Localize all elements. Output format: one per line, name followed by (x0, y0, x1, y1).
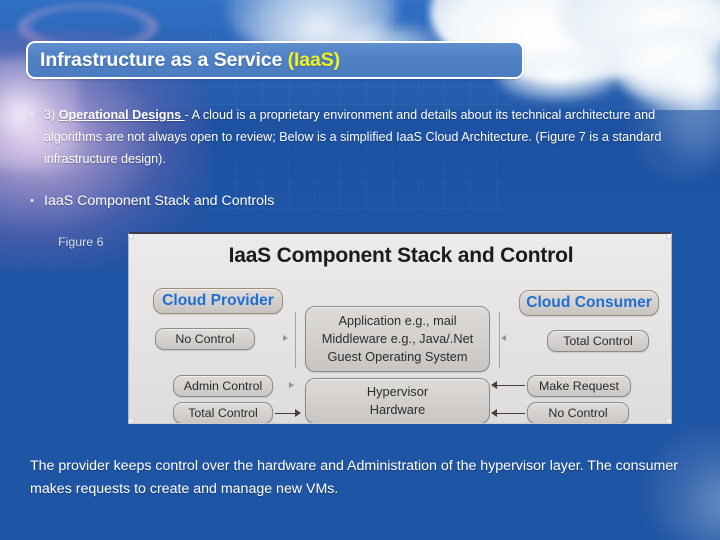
slide-canvas: Infrastructure as a Service (IaaS) • 3) … (0, 0, 720, 540)
bullet-text-2: IaaS Component Stack and Controls (44, 193, 275, 209)
consumer-make-request-pill: Make Request (527, 375, 631, 397)
stack-line-application: Application e.g., mail (338, 313, 457, 328)
bullet-lead-emphasis: Operational Designs (58, 108, 185, 122)
figure-image: IaaS Component Stack and Control Cloud P… (128, 232, 672, 424)
provider-admin-control-pill: Admin Control (173, 375, 273, 397)
stack-box-upper: Application e.g., mail Middleware e.g., … (305, 306, 490, 372)
stack-box-lower: Hypervisor Hardware (305, 378, 490, 423)
arrow-left-to-upper-stack (283, 335, 288, 341)
stack-line-middleware: Middleware e.g., Java/.Net (321, 331, 474, 346)
page-title-accent: (IaaS) (287, 48, 341, 71)
figure-caption: Figure 6 (58, 235, 104, 249)
provider-no-control-pill: No Control (155, 328, 255, 350)
arrow-head-consumer-no-control (491, 409, 497, 417)
bullet-text-1: 3) Operational Designs - A cloud is a pr… (44, 104, 706, 170)
arrow-line-consumer-no-control (495, 413, 525, 414)
bullet-lead-number: 3) (44, 108, 59, 122)
page-title-main: Infrastructure as a Service (40, 48, 288, 71)
bullet-marker: • (30, 195, 34, 207)
connector-bar-left-upper (295, 312, 296, 368)
consumer-total-control-pill: Total Control (547, 330, 649, 352)
cloud-provider-header: Cloud Provider (153, 288, 283, 314)
consumer-no-control-pill: No Control (527, 402, 629, 423)
connector-bar-right-upper (499, 312, 500, 368)
bullet-marker: • (30, 108, 34, 120)
bullet-item-2: • IaaS Component Stack and Controls (20, 191, 520, 211)
figure-title: IaaS Component Stack and Control (228, 244, 574, 267)
arrow-right-to-upper-stack (501, 335, 506, 341)
provider-total-control-pill: Total Control (173, 402, 273, 423)
arrow-line-make-request (495, 385, 525, 386)
figure-handle-bottom-right[interactable] (666, 418, 671, 423)
slide-title-bar: Infrastructure as a Service (IaaS) (26, 41, 524, 79)
figure-handle-top-right[interactable] (666, 234, 671, 239)
figure-handle-top-left[interactable] (129, 234, 134, 239)
bullet-item-1: • 3) Operational Designs - A cloud is a … (20, 104, 706, 170)
arrow-line-total-to-hardware (275, 413, 297, 414)
page-title: Infrastructure as a Service (IaaS) (28, 49, 340, 72)
figure-handle-bottom-left[interactable] (129, 418, 134, 423)
stack-line-guest-os: Guest Operating System (327, 349, 468, 364)
arrow-head-make-request (491, 381, 497, 389)
stack-line-hypervisor: Hypervisor (366, 384, 429, 399)
summary-paragraph: The provider keeps control over the hard… (30, 458, 678, 497)
arrow-head-total-to-hardware (295, 409, 301, 417)
stack-line-hardware: Hardware (369, 402, 426, 417)
cloud-consumer-header: Cloud Consumer (519, 290, 659, 316)
arrow-admin-to-hypervisor (289, 382, 294, 388)
